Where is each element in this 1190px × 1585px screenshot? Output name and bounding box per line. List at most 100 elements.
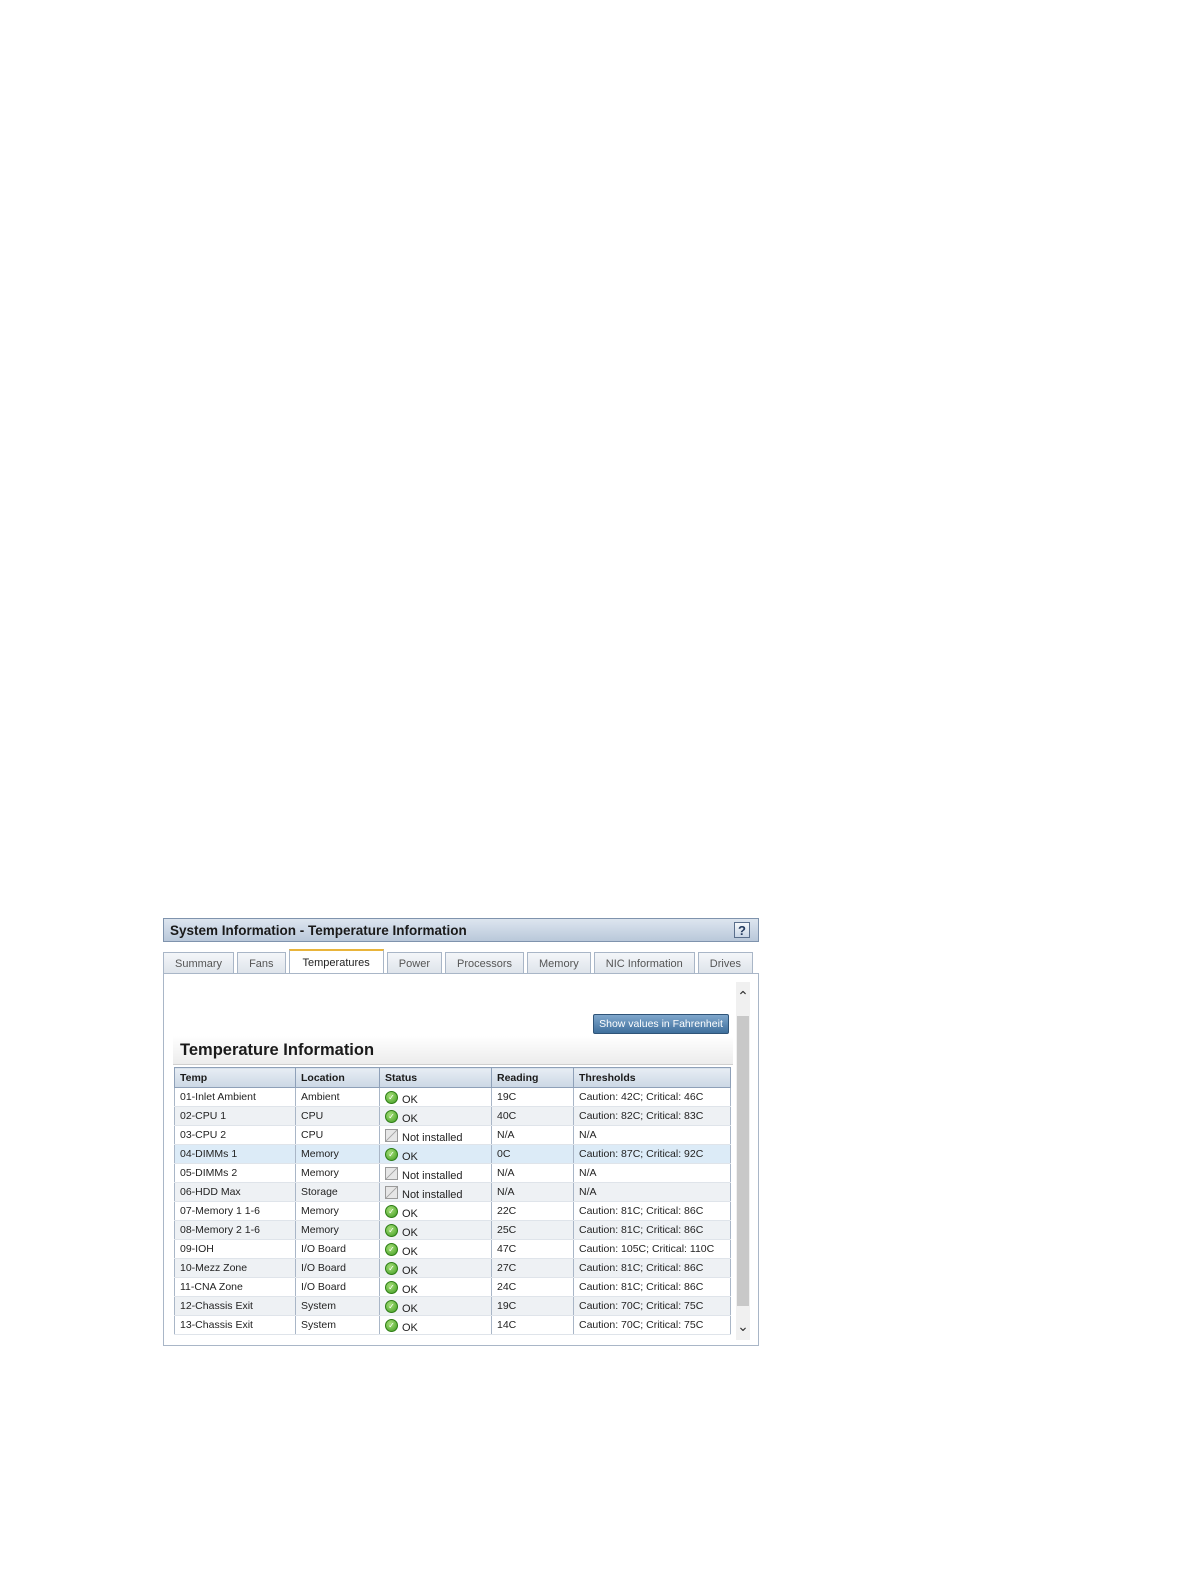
table-row[interactable]: 05-DIMMs 2 Memory Not installed N/A N/A xyxy=(174,1163,731,1183)
status-cell: ✓ OK xyxy=(379,1144,492,1164)
tab-processors[interactable]: Processors xyxy=(444,952,525,974)
column-header-thresholds[interactable]: Thresholds xyxy=(573,1067,731,1088)
table-row[interactable]: 12-Chassis Exit System ✓ OK 19C Caution: 70C;… xyxy=(174,1296,731,1316)
location-cell: CPU xyxy=(295,1106,380,1126)
thresholds-cell: N/A xyxy=(573,1125,731,1145)
thresholds-cell: Caution: 87C; Critical: 92C xyxy=(573,1144,731,1164)
location-cell: I/O Board xyxy=(295,1277,380,1297)
status-text: OK xyxy=(402,1322,418,1334)
reading-cell: 25C xyxy=(491,1220,574,1240)
tab-fans[interactable]: Fans xyxy=(237,952,286,974)
show-fahrenheit-button[interactable]: Show values in Fahrenheit xyxy=(593,1014,729,1034)
location-cell: I/O Board xyxy=(295,1258,380,1278)
column-header-temp[interactable]: Temp xyxy=(174,1067,296,1088)
window-titlebar: System Information - Temperature Informa… xyxy=(163,918,759,942)
ok-icon: ✓ xyxy=(385,1281,398,1294)
status-cell: Not installed xyxy=(379,1163,492,1183)
thresholds-cell: Caution: 81C; Critical: 86C xyxy=(573,1277,731,1297)
location-cell: Storage xyxy=(295,1182,380,1202)
thresholds-cell: Caution: 70C; Critical: 75C xyxy=(573,1315,731,1335)
temperature-table: Temp Location Status Reading Thresholds 01-I… xyxy=(174,1067,731,1335)
reading-cell: 19C xyxy=(491,1087,574,1107)
tab-summary[interactable]: Summary xyxy=(163,952,235,974)
ok-icon: ✓ xyxy=(385,1262,398,1275)
temp-cell: 04-DIMMs 1 xyxy=(174,1144,296,1164)
location-cell: Memory xyxy=(295,1144,380,1164)
tab-power[interactable]: Power xyxy=(386,952,442,974)
status-cell: Not installed xyxy=(379,1182,492,1202)
temp-cell: 02-CPU 1 xyxy=(174,1106,296,1126)
location-cell: System xyxy=(295,1296,380,1316)
table-row[interactable]: 09-IOH I/O Board ✓ OK 47C Caution: 105C; Crit… xyxy=(174,1239,731,1259)
status-text: OK xyxy=(402,1303,418,1315)
scroll-up-icon[interactable]: ⌃ xyxy=(736,982,750,1010)
not-installed-icon xyxy=(385,1186,398,1199)
temp-cell: 05-DIMMs 2 xyxy=(174,1163,296,1183)
temp-cell: 08-Memory 2 1-6 xyxy=(174,1220,296,1240)
tab-drives[interactable]: Drives xyxy=(697,952,753,974)
thresholds-cell: Caution: 81C; Critical: 86C xyxy=(573,1201,731,1221)
ok-icon: ✓ xyxy=(385,1300,398,1313)
ok-icon: ✓ xyxy=(385,1148,398,1161)
table-body: 01-Inlet Ambient Ambient ✓ OK 19C Caution: 42… xyxy=(174,1087,731,1335)
table-row[interactable]: 07-Memory 1 1-6 Memory ✓ OK 22C Caution: 81C;… xyxy=(174,1201,731,1221)
status-cell: Not installed xyxy=(379,1125,492,1145)
status-cell: ✓ OK xyxy=(379,1296,492,1316)
table-row[interactable]: 03-CPU 2 CPU Not installed N/A N/A xyxy=(174,1125,731,1145)
tab-nic-information[interactable]: NIC Information xyxy=(593,952,695,974)
column-header-location[interactable]: Location xyxy=(295,1067,380,1088)
table-row[interactable]: 08-Memory 2 1-6 Memory ✓ OK 25C Caution: 81C;… xyxy=(174,1220,731,1240)
content-panel: Show values in Fahrenheit Temperature In… xyxy=(163,973,759,1346)
table-row[interactable]: 04-DIMMs 1 Memory ✓ OK 0C Caution: 87C; Criti… xyxy=(174,1144,731,1164)
ok-icon: ✓ xyxy=(385,1224,398,1237)
reading-cell: 19C xyxy=(491,1296,574,1316)
status-cell: ✓ OK xyxy=(379,1106,492,1126)
section-title: Temperature Information xyxy=(180,1041,375,1059)
section-header: Temperature Information xyxy=(173,1036,733,1065)
status-text: OK xyxy=(402,1246,418,1258)
temp-cell: 12-Chassis Exit xyxy=(174,1296,296,1316)
tab-memory[interactable]: Memory xyxy=(527,952,591,974)
ok-icon: ✓ xyxy=(385,1091,398,1104)
ok-icon: ✓ xyxy=(385,1110,398,1123)
temp-cell: 13-Chassis Exit xyxy=(174,1315,296,1335)
status-text: OK xyxy=(402,1227,418,1239)
scroll-down-icon[interactable]: ⌄ xyxy=(736,1312,750,1340)
table-header-row: Temp Location Status Reading Thresholds xyxy=(174,1067,731,1088)
vertical-scrollbar[interactable]: ⌃ ⌄ xyxy=(736,982,750,1340)
thresholds-cell: Caution: 81C; Critical: 86C xyxy=(573,1220,731,1240)
status-cell: ✓ OK xyxy=(379,1258,492,1278)
location-cell: I/O Board xyxy=(295,1239,380,1259)
location-cell: Ambient xyxy=(295,1087,380,1107)
temp-cell: 09-IOH xyxy=(174,1239,296,1259)
reading-cell: 0C xyxy=(491,1144,574,1164)
table-row[interactable]: 10-Mezz Zone I/O Board ✓ OK 27C Caution: 81C;… xyxy=(174,1258,731,1278)
table-row[interactable]: 01-Inlet Ambient Ambient ✓ OK 19C Caution: 42… xyxy=(174,1087,731,1107)
help-button[interactable]: ? xyxy=(734,922,750,938)
scroll-thumb[interactable] xyxy=(737,1016,749,1306)
status-cell: ✓ OK xyxy=(379,1315,492,1335)
status-text: OK xyxy=(402,1265,418,1277)
tab-temperatures[interactable]: Temperatures xyxy=(288,949,384,975)
thresholds-cell: Caution: 70C; Critical: 75C xyxy=(573,1296,731,1316)
table-row[interactable]: 06-HDD Max Storage Not installed N/A N/A xyxy=(174,1182,731,1202)
thresholds-cell: Caution: 81C; Critical: 86C xyxy=(573,1258,731,1278)
temp-cell: 01-Inlet Ambient xyxy=(174,1087,296,1107)
table-row[interactable]: 11-CNA Zone I/O Board ✓ OK 24C Caution: 81C; … xyxy=(174,1277,731,1297)
location-cell: Memory xyxy=(295,1163,380,1183)
window-title: System Information - Temperature Informa… xyxy=(170,922,467,938)
reading-cell: 27C xyxy=(491,1258,574,1278)
status-text: Not installed xyxy=(402,1170,463,1182)
column-header-status[interactable]: Status xyxy=(379,1067,492,1088)
status-cell: ✓ OK xyxy=(379,1220,492,1240)
column-header-reading[interactable]: Reading xyxy=(491,1067,574,1088)
status-text: OK xyxy=(402,1151,418,1163)
thresholds-cell: Caution: 105C; Critical: 110C xyxy=(573,1239,731,1259)
table-row[interactable]: 02-CPU 1 CPU ✓ OK 40C Caution: 82C; Critical:… xyxy=(174,1106,731,1126)
table-row[interactable]: 13-Chassis Exit System ✓ OK 14C Caution: 70C;… xyxy=(174,1315,731,1335)
location-cell: System xyxy=(295,1315,380,1335)
status-text: OK xyxy=(402,1113,418,1125)
reading-cell: 40C xyxy=(491,1106,574,1126)
status-cell: ✓ OK xyxy=(379,1201,492,1221)
temp-cell: 07-Memory 1 1-6 xyxy=(174,1201,296,1221)
